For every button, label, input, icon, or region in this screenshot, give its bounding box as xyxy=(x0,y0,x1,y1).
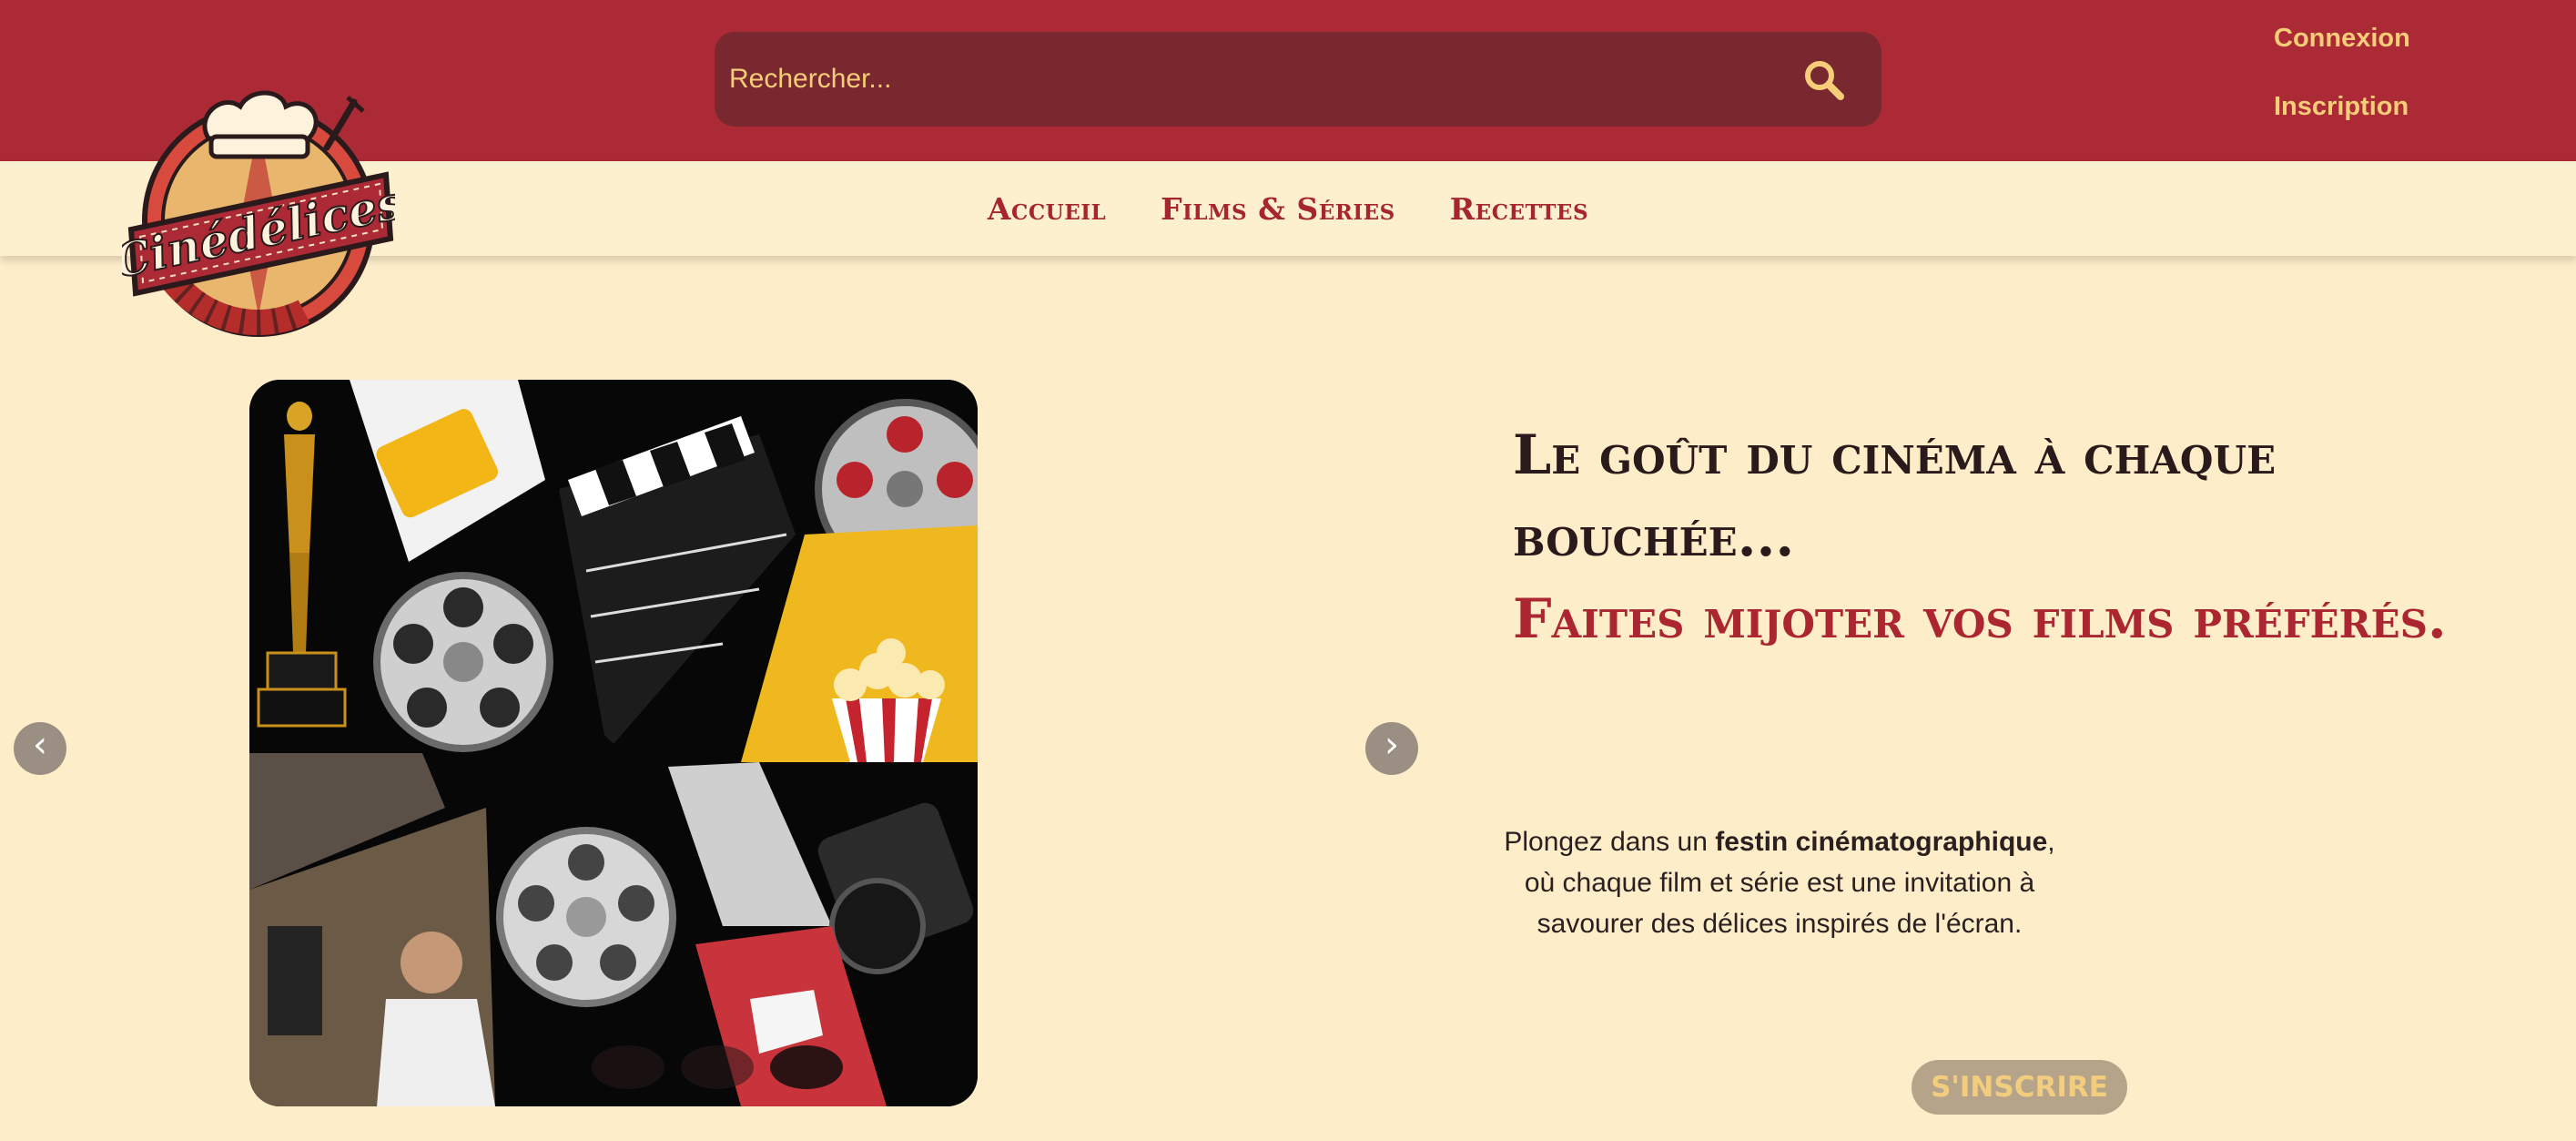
nav-item-recettes[interactable]: Recettes xyxy=(1450,191,1588,227)
search-icon xyxy=(1805,61,1844,100)
carousel-dot[interactable] xyxy=(681,1045,754,1089)
nav-item-films-series[interactable]: Films & Séries xyxy=(1161,191,1395,227)
logo-emblem-icon: Cinédélices xyxy=(108,90,408,337)
search-bar xyxy=(715,32,1881,127)
film-reel-icon xyxy=(373,572,553,752)
carousel-prev-button[interactable]: ‹ xyxy=(14,722,66,775)
signup-link[interactable]: Inscription xyxy=(2274,92,2409,122)
hero-desc-text: Plongez dans un xyxy=(1504,827,1716,857)
carousel-next-button[interactable]: › xyxy=(1365,722,1418,775)
login-link[interactable]: Connexion xyxy=(2274,24,2410,54)
signup-cta-button[interactable]: S'INSCRIRE xyxy=(1912,1060,2127,1115)
carousel-dot-active[interactable] xyxy=(770,1045,843,1089)
hero-title: Le goût du cinéma à chaque bouchée... Fa… xyxy=(1513,414,2560,660)
carousel-slide xyxy=(249,380,978,1106)
hero-title-line2: Faites mijoter vos films préférés. xyxy=(1513,587,2447,651)
hero-title-line1: Le goût du cinéma à chaque bouchée... xyxy=(1513,423,2277,569)
site-logo[interactable]: Cinédélices xyxy=(108,84,408,344)
carousel-dot[interactable] xyxy=(592,1045,664,1089)
cinema-collage-image xyxy=(249,380,978,1106)
search-button[interactable] xyxy=(1801,57,1847,103)
search-input[interactable] xyxy=(729,32,1767,127)
carousel-indicators xyxy=(592,1045,843,1089)
nav-item-accueil[interactable]: Accueil xyxy=(988,191,1106,227)
hero-description: Plongez dans un festin cinématographique… xyxy=(1493,821,2066,944)
hero-desc-bold: festin cinématographique xyxy=(1715,827,2048,857)
